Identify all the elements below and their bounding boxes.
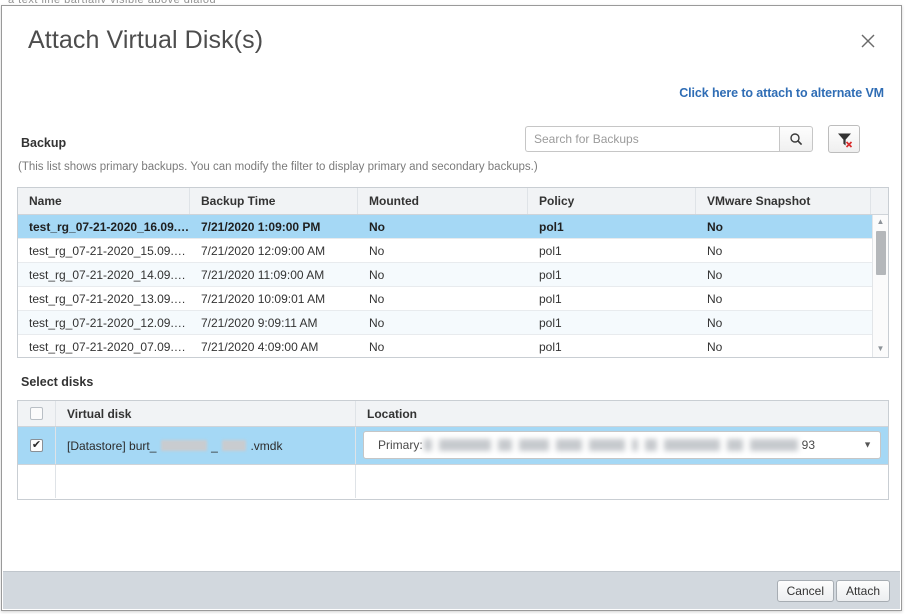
- cell-backup-time: 7/21/2020 12:09:00 AM: [190, 239, 358, 262]
- search-input[interactable]: [525, 126, 779, 152]
- cell-policy: pol1: [528, 215, 696, 238]
- location-suffix: 93: [802, 438, 815, 452]
- cell-backup-time: 7/21/2020 4:09:00 AM: [190, 335, 358, 358]
- cell-name: test_rg_07-21-2020_14.09.0...: [18, 263, 190, 286]
- column-header-vmware-snapshot[interactable]: VMware Snapshot: [696, 188, 871, 214]
- table-row[interactable]: test_rg_07-21-2020_15.09.0... 7/21/2020 …: [18, 239, 888, 263]
- cell-backup-time: 7/21/2020 10:09:01 AM: [190, 287, 358, 310]
- cell-backup-time: 7/21/2020 9:09:11 AM: [190, 311, 358, 334]
- cell-policy: pol1: [528, 263, 696, 286]
- select-disks-label: Select disks: [21, 375, 93, 389]
- background-ghost-text: a text line partially visible above dial…: [8, 0, 898, 3]
- cell-policy: pol1: [528, 335, 696, 358]
- disk-row-checkbox-cell: ✔: [18, 427, 56, 464]
- cell-name: test_rg_07-21-2020_16.09.0...: [18, 215, 190, 238]
- cell-vmware-snapshot: No: [696, 335, 871, 358]
- dialog-footer: Cancel Attach: [3, 571, 900, 609]
- scroll-down-arrow-icon[interactable]: ▼: [873, 342, 888, 356]
- cell-name: test_rg_07-21-2020_12.09.1...: [18, 311, 190, 334]
- cell-name: test_rg_07-21-2020_13.09.0...: [18, 287, 190, 310]
- filter-clear-icon[interactable]: [828, 125, 860, 153]
- cell-mounted: No: [358, 263, 528, 286]
- cell-backup-time: 7/21/2020 11:09:00 AM: [190, 263, 358, 286]
- cell-vmware-snapshot: No: [696, 239, 871, 262]
- attach-button[interactable]: Attach: [836, 580, 890, 602]
- table-row[interactable]: test_rg_07-21-2020_16.09.0... 7/21/2020 …: [18, 215, 888, 239]
- table-row[interactable]: test_rg_07-21-2020_13.09.0... 7/21/2020 …: [18, 287, 888, 311]
- cell-name: test_rg_07-21-2020_15.09.0...: [18, 239, 190, 262]
- cell-vmware-snapshot: No: [696, 215, 871, 238]
- column-header-mounted[interactable]: Mounted: [358, 188, 528, 214]
- empty-checkbox-cell: [18, 465, 56, 498]
- list-item[interactable]: ✔ [Datastore] burt_ _ .vmdk Primary:: [18, 427, 888, 465]
- disk-row-checkbox[interactable]: ✔: [30, 439, 43, 452]
- column-header-policy[interactable]: Policy: [528, 188, 696, 214]
- column-header-virtual-disk[interactable]: Virtual disk: [56, 401, 356, 426]
- empty-location-cell: [356, 465, 888, 498]
- screenshot-root: a text line partially visible above dial…: [0, 0, 905, 614]
- attach-virtual-disks-dialog: Attach Virtual Disk(s) Click here to att…: [1, 5, 902, 611]
- disk-name-separator: _: [211, 439, 218, 453]
- search-icon[interactable]: [779, 126, 813, 152]
- redacted-block: [222, 440, 246, 451]
- location-select[interactable]: Primary: 93 ▼: [363, 431, 881, 459]
- column-header-spacer: [871, 188, 888, 214]
- cell-virtual-disk: [Datastore] burt_ _ .vmdk: [56, 427, 356, 464]
- cell-location: Primary: 93 ▼: [356, 427, 888, 464]
- cell-mounted: No: [358, 311, 528, 334]
- cell-vmware-snapshot: No: [696, 311, 871, 334]
- cell-backup-time: 7/21/2020 1:09:00 PM: [190, 215, 358, 238]
- column-header-name[interactable]: Name: [18, 188, 190, 214]
- select-disks-table-header: Virtual disk Location: [18, 401, 888, 427]
- cancel-button[interactable]: Cancel: [777, 580, 834, 602]
- cell-vmware-snapshot: No: [696, 287, 871, 310]
- backup-table-scrollbar[interactable]: ▲ ▼: [872, 215, 888, 357]
- disk-name-prefix: [Datastore] burt_: [67, 439, 156, 453]
- disk-name-suffix: .vmdk: [250, 439, 282, 453]
- backup-note-text: (This list shows primary backups. You ca…: [18, 161, 538, 173]
- cell-mounted: No: [358, 287, 528, 310]
- select-all-checkbox-cell: [18, 401, 56, 426]
- scrollbar-thumb[interactable]: [876, 231, 886, 275]
- cell-name: test_rg_07-21-2020_07.09.0...: [18, 335, 190, 358]
- close-icon[interactable]: [855, 28, 881, 54]
- redacted-location-value: [424, 439, 798, 451]
- column-header-backup-time[interactable]: Backup Time: [190, 188, 358, 214]
- backup-search-group: [525, 126, 813, 152]
- cell-policy: pol1: [528, 287, 696, 310]
- backup-section-label: Backup: [21, 136, 66, 150]
- table-row[interactable]: test_rg_07-21-2020_07.09.0... 7/21/2020 …: [18, 335, 888, 358]
- backup-table-body: test_rg_07-21-2020_16.09.0... 7/21/2020 …: [18, 215, 888, 358]
- cell-mounted: No: [358, 239, 528, 262]
- select-disks-table: Virtual disk Location ✔ [Datastore] burt…: [17, 400, 889, 500]
- select-all-checkbox[interactable]: [30, 407, 43, 420]
- dialog-title: Attach Virtual Disk(s): [28, 26, 263, 55]
- cell-policy: pol1: [528, 239, 696, 262]
- check-icon: ✔: [32, 440, 41, 451]
- backup-table: Name Backup Time Mounted Policy VMware S…: [17, 187, 889, 358]
- location-prefix: Primary:: [378, 438, 423, 452]
- empty-virtual-disk-cell: [56, 465, 356, 498]
- backup-table-header: Name Backup Time Mounted Policy VMware S…: [18, 188, 888, 215]
- cell-mounted: No: [358, 215, 528, 238]
- scroll-up-arrow-icon[interactable]: ▲: [873, 215, 888, 229]
- redacted-block: [161, 440, 207, 451]
- table-row[interactable]: test_rg_07-21-2020_14.09.0... 7/21/2020 …: [18, 263, 888, 287]
- attach-to-alternate-vm-link[interactable]: Click here to attach to alternate VM: [679, 86, 884, 100]
- cell-mounted: No: [358, 335, 528, 358]
- cell-policy: pol1: [528, 311, 696, 334]
- list-item-empty: [18, 465, 888, 498]
- chevron-down-icon[interactable]: ▼: [863, 441, 872, 450]
- column-header-location[interactable]: Location: [356, 401, 888, 426]
- cell-vmware-snapshot: No: [696, 263, 871, 286]
- table-row[interactable]: test_rg_07-21-2020_12.09.1... 7/21/2020 …: [18, 311, 888, 335]
